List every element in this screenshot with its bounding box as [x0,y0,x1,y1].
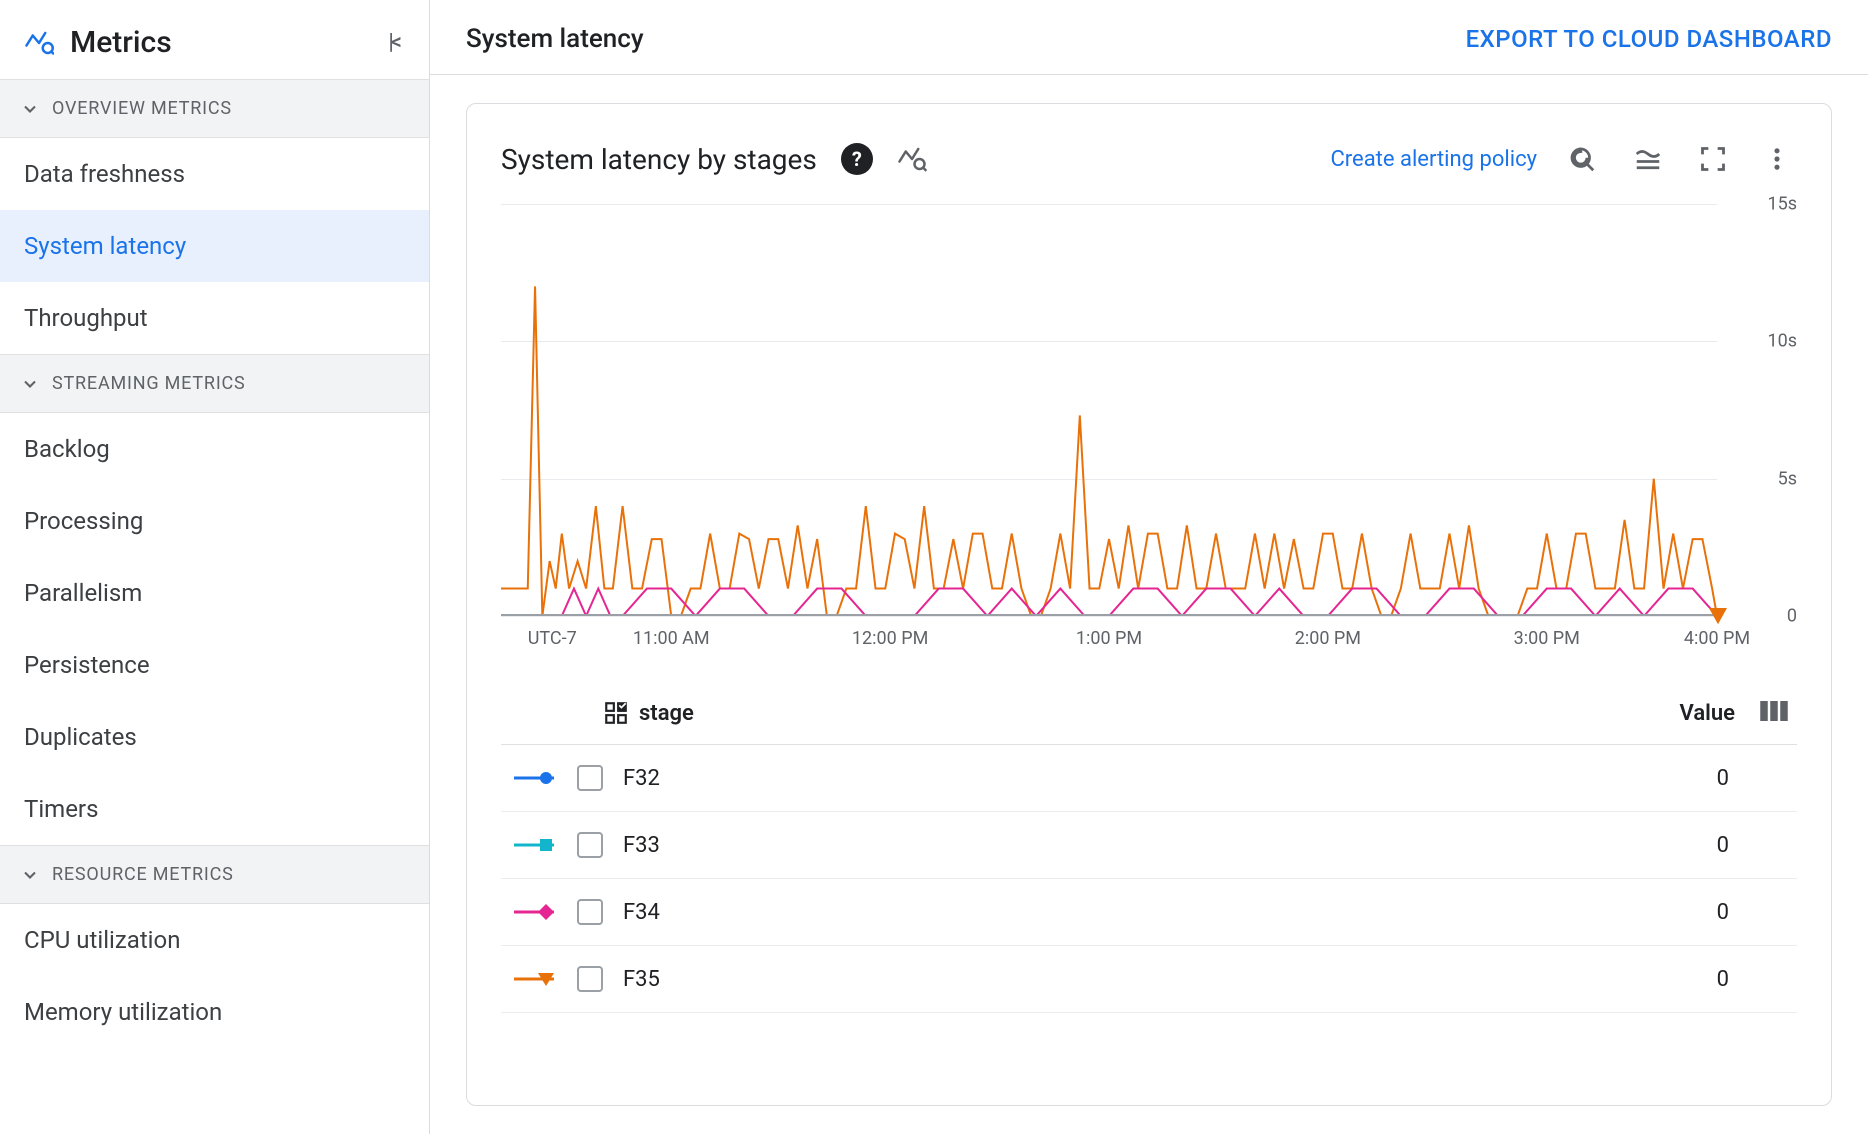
create-alerting-policy-link[interactable]: Create alerting policy [1330,147,1537,172]
legend-value: 0 [1717,967,1789,992]
sidebar-item-persistence[interactable]: Persistence [0,629,429,701]
main: System latency EXPORT TO CLOUD DASHBOARD… [430,0,1868,1134]
series-marker-icon [509,769,563,787]
sidebar-item-processing[interactable]: Processing [0,485,429,557]
sidebar-section-header[interactable]: RESOURCE METRICS [0,845,429,904]
card-title: System latency by stages [501,143,817,176]
sidebar-item-memory-utilization[interactable]: Memory utilization [0,976,429,1048]
legend-stage-name: F32 [623,766,1717,791]
chart[interactable]: 05s10s15s UTC-711:00 AM12:00 PM1:00 PM2:… [501,204,1797,664]
legend-value-header[interactable]: Value [1680,701,1735,726]
legend-stage-name: F33 [623,833,1717,858]
sidebar-item-cpu-utilization[interactable]: CPU utilization [0,904,429,976]
x-axis [501,614,1717,616]
legend-stage-header[interactable]: stage [639,701,694,726]
reset-zoom-icon[interactable] [1561,138,1603,180]
sidebar-item-parallelism[interactable]: Parallelism [0,557,429,629]
sidebar-item-throughput[interactable]: Throughput [0,282,429,354]
legend-toggle-icon[interactable] [1627,138,1669,180]
y-tick-label: 5s [1778,468,1797,489]
x-tick-label: 2:00 PM [1295,628,1361,649]
legend-row-F34[interactable]: F340 [501,879,1797,946]
x-tick-label: UTC-7 [528,628,577,649]
series-line-F35 [501,286,1717,616]
help-icon[interactable]: ? [841,143,873,175]
sidebar-item-timers[interactable]: Timers [0,773,429,845]
sidebar-item-backlog[interactable]: Backlog [0,413,429,485]
x-tick-label: 12:00 PM [852,628,928,649]
sidebar-item-data-freshness[interactable]: Data freshness [0,138,429,210]
series-end-marker-icon [1709,608,1727,630]
legend-value: 0 [1717,766,1789,791]
legend-checkbox[interactable] [577,832,603,858]
sidebar-section-header[interactable]: STREAMING METRICS [0,354,429,413]
legend-checkbox[interactable] [577,966,603,992]
card-header: System latency by stages ? Create alerti… [501,126,1797,204]
legend-row-F35[interactable]: F350 [501,946,1797,1013]
sidebar: Metrics |< OVERVIEW METRICSData freshnes… [0,0,430,1134]
y-tick-label: 15s [1767,194,1797,215]
y-tick-label: 10s [1767,331,1797,352]
column-selector-icon[interactable] [1759,698,1789,728]
legend-row-F33[interactable]: F330 [501,812,1797,879]
legend-table: stage Value F320F330F340F350 [501,682,1797,1013]
page-title: System latency [466,24,1466,54]
metrics-explorer-icon[interactable] [897,144,927,174]
sidebar-section-header[interactable]: OVERVIEW METRICS [0,79,429,138]
series-marker-icon [509,903,563,921]
more-options-icon[interactable] [1757,139,1797,179]
legend-stage-name: F34 [623,900,1717,925]
x-tick-label: 3:00 PM [1514,628,1580,649]
breakdown-icon[interactable] [603,700,629,726]
sidebar-header: Metrics |< [0,0,429,79]
topbar: System latency EXPORT TO CLOUD DASHBOARD [430,0,1868,75]
legend-checkbox[interactable] [577,765,603,791]
legend-header: stage Value [501,682,1797,745]
legend-value: 0 [1717,833,1789,858]
legend-row-F32[interactable]: F320 [501,745,1797,812]
x-tick-label: 1:00 PM [1076,628,1142,649]
chart-card: System latency by stages ? Create alerti… [466,103,1832,1106]
gridline [501,616,1717,617]
series-marker-icon [509,836,563,854]
metrics-icon [24,28,54,58]
sidebar-item-duplicates[interactable]: Duplicates [0,701,429,773]
series-marker-icon [509,970,563,988]
sidebar-title: Metrics [70,25,366,60]
legend-checkbox[interactable] [577,899,603,925]
collapse-sidebar-button[interactable]: |< [382,24,405,61]
y-tick-label: 0 [1787,606,1797,627]
sidebar-item-system-latency[interactable]: System latency [0,210,429,282]
export-to-dashboard-link[interactable]: EXPORT TO CLOUD DASHBOARD [1466,25,1832,53]
legend-value: 0 [1717,900,1789,925]
fullscreen-icon[interactable] [1693,139,1733,179]
x-tick-label: 11:00 AM [633,628,710,649]
x-tick-label: 4:00 PM [1684,628,1750,649]
legend-stage-name: F35 [623,967,1717,992]
